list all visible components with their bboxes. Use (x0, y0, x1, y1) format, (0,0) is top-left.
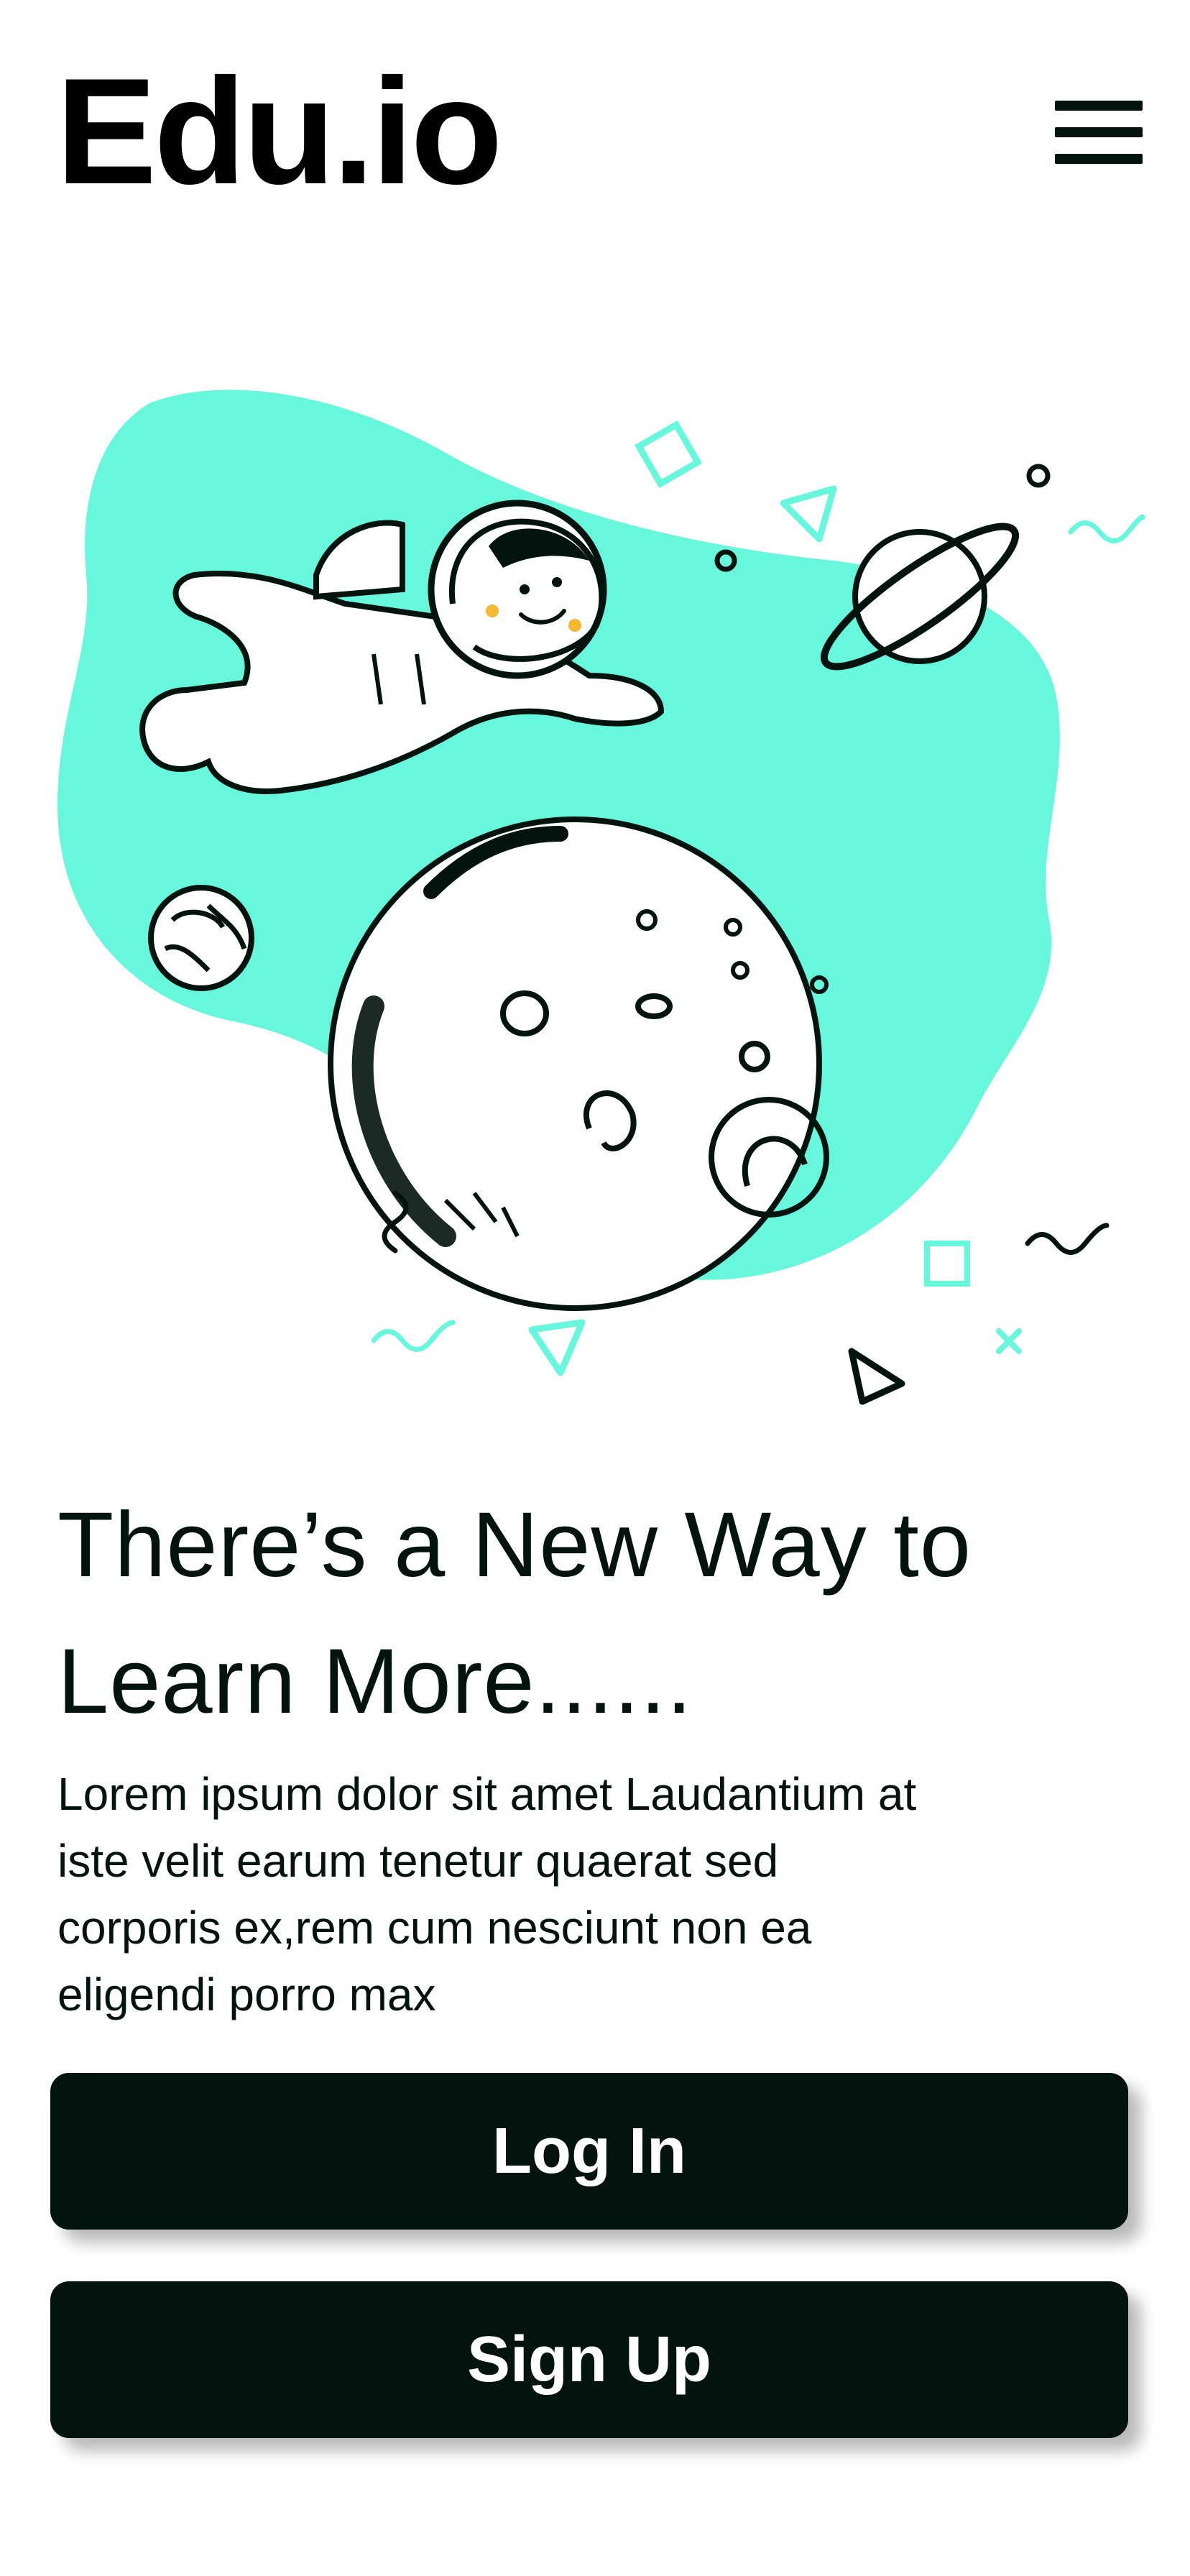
description-line: iste velit earum tenetur quaerat sed (57, 1835, 779, 1887)
login-button[interactable]: Log In (50, 2073, 1128, 2230)
dot-shape-icon (1026, 464, 1051, 488)
hamburger-menu-icon[interactable] (1055, 98, 1143, 167)
squiggle-shape-icon (1068, 514, 1145, 543)
app-header: Edu.io (0, 0, 1190, 237)
headline-line: There’s a New Way to (57, 1494, 972, 1596)
signup-button[interactable]: Sign Up (50, 2281, 1128, 2438)
triangle-shape-icon (780, 485, 837, 543)
squiggle-shape-icon (1025, 1223, 1110, 1255)
description-line: Lorem ipsum dolor sit amet Laudantium at (57, 1768, 917, 1820)
squiggle-shape-icon (371, 1320, 456, 1352)
brand-logo[interactable]: Edu.io (56, 56, 503, 207)
square-shape-icon (634, 420, 703, 489)
square-shape-icon (924, 1241, 970, 1287)
moon-icon (328, 816, 829, 1311)
headline-line: Learn More...... (57, 1630, 693, 1733)
triangle-shape-icon (528, 1319, 586, 1376)
small-planet-icon (148, 885, 254, 991)
hero-illustration (57, 390, 1145, 1405)
description-line: corporis ex,rem cum nesciunt non ea (57, 1902, 812, 1954)
menu-line (1055, 127, 1143, 137)
hero-description: Lorem ipsum dolor sit amet Laudantium at… (57, 1761, 1107, 2028)
description-line: eligendi porro max (57, 1969, 436, 2020)
x-shape-icon (996, 1328, 1022, 1354)
hero-headline: There’s a New Way to Learn More...... (57, 1477, 1121, 1750)
menu-line (1055, 154, 1143, 164)
menu-line (1055, 101, 1143, 111)
triangle-shape-icon (848, 1348, 905, 1405)
